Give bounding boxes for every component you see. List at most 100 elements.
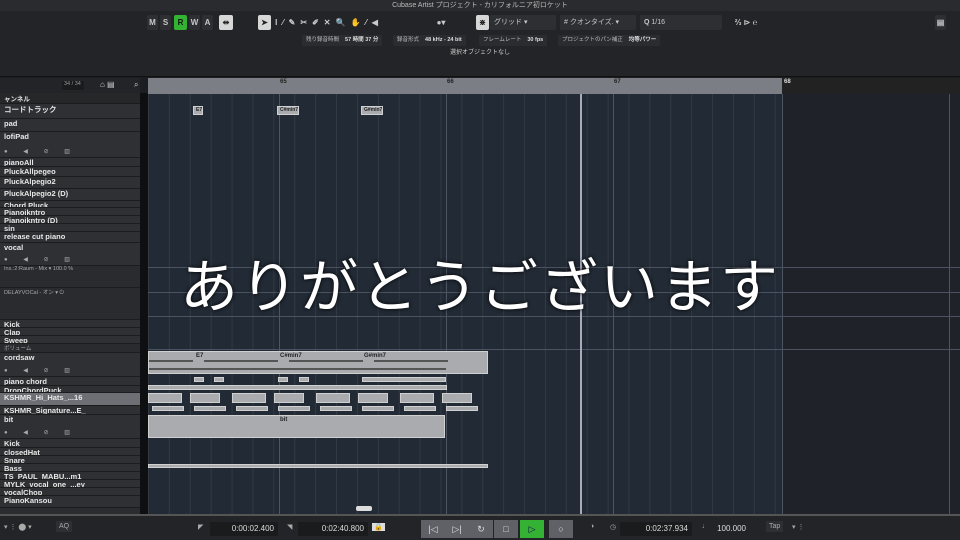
- mute-all-button[interactable]: M: [147, 15, 158, 30]
- read-automation-button[interactable]: R: [174, 15, 187, 30]
- track-controls[interactable]: ● ◀ ⊘ ▥: [4, 148, 77, 155]
- snap-type-select[interactable]: グリッド ▾: [490, 15, 556, 30]
- quantize-value-select[interactable]: Q 1/16: [640, 15, 722, 30]
- track-row[interactable]: Pianoikntro: [0, 208, 140, 216]
- right-locator-field[interactable]: 0:02:40.800: [298, 522, 368, 536]
- track-controls[interactable]: ● ◀ ⊘ ▥: [4, 367, 77, 374]
- track-row[interactable]: PluckAllpegeo: [0, 167, 140, 177]
- track-row[interactable]: PluckAlpegio2 (D): [0, 189, 140, 201]
- tempo-field[interactable]: 100.000: [712, 522, 750, 536]
- bar-67: 67: [614, 79, 621, 85]
- hihat-event[interactable]: [232, 393, 266, 403]
- bit-event[interactable]: bit: [148, 415, 445, 438]
- track-row[interactable]: PianoKansou: [0, 496, 140, 508]
- color-icon[interactable]: ●▾: [430, 15, 452, 30]
- quantize-tools-icons[interactable]: ⅔ ⊳ ℮: [726, 15, 766, 30]
- track-row[interactable]: KSHMR_Hi_Hats_...16: [0, 393, 140, 406]
- transport-options-icon[interactable]: ▾ ⋮: [792, 523, 804, 531]
- track-row[interactable]: MYLK_vocal_one_...ey: [0, 480, 140, 488]
- hihat-event[interactable]: [316, 393, 350, 403]
- track-row[interactable]: piano chord: [0, 377, 140, 386]
- signature-event[interactable]: [194, 406, 226, 411]
- object-select-tool-icon[interactable]: ➤: [258, 15, 271, 30]
- horizontal-scrollbar[interactable]: [356, 506, 372, 511]
- hihat-event[interactable]: [148, 393, 182, 403]
- track-row[interactable]: Chord Pluck: [0, 201, 140, 208]
- track-row[interactable]: Pianoikntro (D): [0, 216, 140, 224]
- midi-event[interactable]: [214, 377, 224, 382]
- aq-button[interactable]: AQ: [56, 521, 73, 532]
- snap-toggle-icon[interactable]: ⋇: [476, 15, 489, 30]
- auto-mode-button[interactable]: A: [202, 15, 213, 30]
- solo-all-button[interactable]: S: [160, 15, 171, 30]
- track-row[interactable]: PluckAlpegio2: [0, 177, 140, 189]
- hihat-event[interactable]: [400, 393, 434, 403]
- quantize-type-select[interactable]: # クオンタイズ. ▾: [560, 15, 636, 30]
- tool-icons[interactable]: I⁄✎✂✐✕🔍✋⁄◀: [274, 15, 384, 30]
- track-row[interactable]: Clap: [0, 328, 140, 336]
- ruler[interactable]: 65 66 67 68: [148, 78, 960, 94]
- go-to-end-button[interactable]: ▷|: [445, 520, 469, 538]
- track-row[interactable]: cordsaw ● ◀ ⊘ ▥: [0, 353, 140, 377]
- track-row[interactable]: vocalChop: [0, 488, 140, 496]
- track-row[interactable]: closedHat: [0, 448, 140, 456]
- midi-event[interactable]: [299, 377, 309, 382]
- signature-event[interactable]: [278, 406, 310, 411]
- hihat-event[interactable]: [358, 393, 388, 403]
- track-row[interactable]: DropChordPuck: [0, 386, 140, 393]
- go-to-start-button[interactable]: |◁: [421, 520, 445, 538]
- play-button[interactable]: ▷: [520, 520, 544, 538]
- autoscroll-icon[interactable]: ⇹: [219, 15, 233, 30]
- pan-law-info[interactable]: プロジェクトのパン補正 均等パワー: [558, 35, 661, 46]
- lock-icon[interactable]: 🔒: [372, 523, 385, 531]
- track-visibility-icon[interactable]: ⌂ ▤: [100, 80, 115, 89]
- rec-format-info[interactable]: 録音形式 48 kHz - 24 bit: [393, 35, 466, 46]
- signature-event[interactable]: [446, 406, 478, 411]
- hihat-event[interactable]: [190, 393, 220, 403]
- midi-event[interactable]: [362, 377, 446, 382]
- cordsaw-event[interactable]: E7 C#min7 G#min7: [148, 351, 488, 374]
- track-row[interactable]: lofiPad ● ◀ ⊘ ▥: [0, 132, 140, 158]
- track-row[interactable]: コードトラック: [0, 104, 140, 119]
- chord-event[interactable]: E7: [193, 106, 203, 115]
- midi-event[interactable]: [278, 377, 288, 382]
- chord-event[interactable]: G#min7: [361, 106, 383, 115]
- hihat-event[interactable]: [274, 393, 304, 403]
- track-row[interactable]: bit ● ◀ ⊘ ▥: [0, 415, 140, 439]
- track-name: Snare: [4, 456, 25, 464]
- track-row[interactable]: pad: [0, 119, 140, 132]
- bass-event[interactable]: [148, 464, 488, 468]
- signature-event[interactable]: [152, 406, 184, 411]
- write-automation-button[interactable]: W: [189, 15, 200, 30]
- dropchord-event[interactable]: [148, 385, 447, 390]
- track-row[interactable]: pianoAll: [0, 158, 140, 167]
- signature-event[interactable]: [362, 406, 394, 411]
- track-controls[interactable]: ● ◀ ⊘ ▥: [4, 429, 77, 436]
- frame-rate-info[interactable]: フレームレート 30 fps: [479, 35, 548, 46]
- metronome-icon[interactable]: ◑: [590, 523, 594, 530]
- record-button[interactable]: ○: [549, 520, 573, 538]
- stop-button[interactable]: □: [494, 520, 518, 538]
- signature-event[interactable]: [236, 406, 268, 411]
- track-row[interactable]: Sweep: [0, 336, 140, 344]
- transport-menu-icon[interactable]: ▾ ⋮ ⬤ ▾: [4, 523, 32, 531]
- tap-button[interactable]: Tap: [766, 521, 784, 532]
- search-icon[interactable]: ⌕: [134, 80, 138, 90]
- track-row[interactable]: Bass: [0, 464, 140, 472]
- window-layout-icon[interactable]: ▤: [935, 15, 946, 30]
- track-row[interactable]: sin: [0, 224, 140, 232]
- signature-event[interactable]: [404, 406, 436, 411]
- track-row[interactable]: TS_PAUL_MABU...m1: [0, 472, 140, 480]
- cycle-button[interactable]: ↻: [469, 520, 493, 538]
- position-field[interactable]: 0:02:37.934: [620, 522, 692, 536]
- hihat-event[interactable]: [442, 393, 472, 403]
- left-locator-field[interactable]: 0:00:02.400: [210, 522, 278, 536]
- channel-header: ャンネル: [0, 93, 140, 104]
- chord-event[interactable]: C#min7: [277, 106, 299, 115]
- midi-event[interactable]: [194, 377, 204, 382]
- track-row[interactable]: Kick: [0, 439, 140, 448]
- signature-event[interactable]: [320, 406, 352, 411]
- track-row[interactable]: KSHMR_Signature...E_: [0, 406, 140, 415]
- track-row[interactable]: Snare: [0, 456, 140, 464]
- track-row[interactable]: ボリューム: [0, 344, 140, 353]
